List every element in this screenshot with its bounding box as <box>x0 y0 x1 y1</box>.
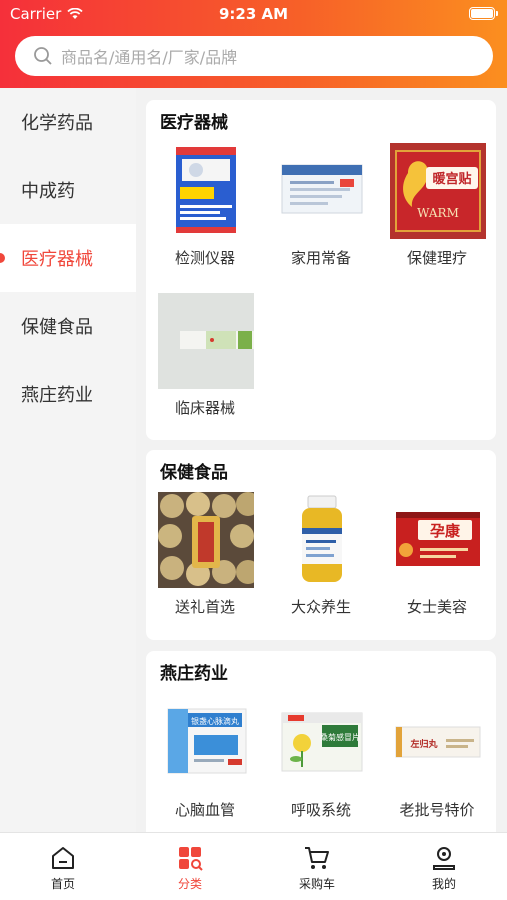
sidebar-item-medical-devices[interactable]: 医疗器械 <box>0 224 136 292</box>
status-bar: Carrier 9:23 AM <box>0 0 507 30</box>
subcategory-label: 呼吸系统 <box>290 801 351 819</box>
sidebar-item-yanzhuang-pharma[interactable]: 燕庄药业 <box>0 360 136 428</box>
subcategory-label: 保健理疗 <box>406 249 467 267</box>
sidebar-item-label: 燕庄药业 <box>21 385 93 406</box>
section-title: 保健食品 <box>160 463 228 483</box>
subcategory-tile-old-batch-specials[interactable]: 左归丸 老批号特价 <box>378 695 496 832</box>
active-indicator <box>0 253 5 263</box>
product-image: 银盏心脉滴丸 <box>158 695 254 791</box>
sidebar-item-label: 保健食品 <box>21 317 93 338</box>
tab-category[interactable]: 分类 <box>127 833 253 900</box>
tab-label: 首页 <box>50 877 75 891</box>
product-image <box>158 293 254 389</box>
product-print: 孕康 <box>430 522 461 540</box>
product-print: WARM <box>417 206 459 220</box>
product-image <box>158 492 254 588</box>
sidebar-item-label: 化学药品 <box>21 113 93 134</box>
tab-profile[interactable]: 我的 <box>381 833 507 900</box>
product-image <box>158 143 254 239</box>
section-title: 燕庄药业 <box>160 664 228 684</box>
category-icon <box>179 847 203 871</box>
product-image: 孕康 <box>390 492 486 588</box>
subcategory-tile-household-essentials[interactable]: 家用常备 <box>262 143 380 283</box>
sidebar-item-label: 医疗器械 <box>21 249 93 270</box>
sidebar-item-label: 中成药 <box>21 181 75 202</box>
section-title: 医疗器械 <box>160 113 228 133</box>
product-image: 暖宫贴 WARM <box>390 143 486 239</box>
cart-icon <box>305 847 329 869</box>
home-icon <box>52 847 74 869</box>
subcategory-label: 大众养生 <box>290 598 351 616</box>
tab-label: 采购车 <box>298 877 335 891</box>
product-image: 左归丸 <box>390 695 486 791</box>
product-image <box>274 143 370 239</box>
search-bar[interactable]: 商品名/通用名/厂家/品牌 <box>15 36 493 76</box>
profile-icon <box>433 847 455 870</box>
subcategory-tile-gift-choice[interactable]: 送礼首选 <box>146 492 264 632</box>
subcategory-label: 临床器械 <box>174 399 235 417</box>
subcategory-label: 送礼首选 <box>174 598 235 616</box>
category-sidebar: 化学药品 中成药 医疗器械 保健食品 燕庄药业 <box>0 88 136 832</box>
product-image: 桑菊感冒片 <box>274 695 370 791</box>
subcategory-label: 女士美容 <box>406 598 467 616</box>
bottom-tab-bar: 首页 分类 采购车 我的 <box>0 832 507 900</box>
product-print: 左归丸 <box>409 738 438 750</box>
subcategory-label: 检测仪器 <box>174 249 235 267</box>
clock: 9:23 AM <box>218 5 289 23</box>
tab-label: 我的 <box>431 877 456 891</box>
tab-cart[interactable]: 采购车 <box>254 833 380 900</box>
subcategory-panel: 医疗器械 检测仪器 家用常备 暖宫贴 WARM 保健理疗 临床器械 保健食品 送… <box>136 88 507 832</box>
tab-label: 分类 <box>177 877 202 891</box>
sidebar-item-health-food[interactable]: 保健食品 <box>0 292 136 360</box>
subcategory-tile-cardio-cerebrovascular[interactable]: 银盏心脉滴丸 心脑血管 <box>146 695 264 832</box>
search-icon <box>34 47 52 65</box>
search-placeholder: 商品名/通用名/厂家/品牌 <box>61 48 238 67</box>
product-print: 银盏心脉滴丸 <box>191 716 239 726</box>
subcategory-label: 心脑血管 <box>174 801 235 819</box>
subcategory-tile-clinical-devices[interactable]: 临床器械 <box>146 293 264 433</box>
battery-icon <box>469 7 498 20</box>
subcategory-label: 家用常备 <box>290 249 351 267</box>
section-card-yanzhuang-pharma: 燕庄药业 银盏心脉滴丸 心脑血管 桑菊感冒片 呼吸系统 左归丸 老批号特价 <box>146 651 496 832</box>
subcategory-tile-health-therapy[interactable]: 暖宫贴 WARM 保健理疗 <box>378 143 496 283</box>
section-card-health-food: 保健食品 送礼首选 大众养生 孕康 女士美容 <box>146 450 496 640</box>
tab-home[interactable]: 首页 <box>0 833 126 900</box>
subcategory-tile-popular-wellness[interactable]: 大众养生 <box>262 492 380 632</box>
product-print: 暖宫贴 <box>432 171 471 187</box>
sidebar-item-chemical-drugs[interactable]: 化学药品 <box>0 88 136 156</box>
section-card-medical-devices: 医疗器械 检测仪器 家用常备 暖宫贴 WARM 保健理疗 临床器械 <box>146 100 496 440</box>
subcategory-tile-women-beauty[interactable]: 孕康 女士美容 <box>378 492 496 632</box>
product-print: 桑菊感冒片 <box>320 732 360 742</box>
sidebar-item-chinese-patent-medicine[interactable]: 中成药 <box>0 156 136 224</box>
subcategory-tile-testing-instruments[interactable]: 检测仪器 <box>146 143 264 283</box>
subcategory-label: 老批号特价 <box>399 801 475 819</box>
subcategory-tile-respiratory-system[interactable]: 桑菊感冒片 呼吸系统 <box>262 695 380 832</box>
product-image <box>274 492 370 588</box>
header: Carrier 9:23 AM 商品名/通用名/厂家/品牌 <box>0 0 507 88</box>
